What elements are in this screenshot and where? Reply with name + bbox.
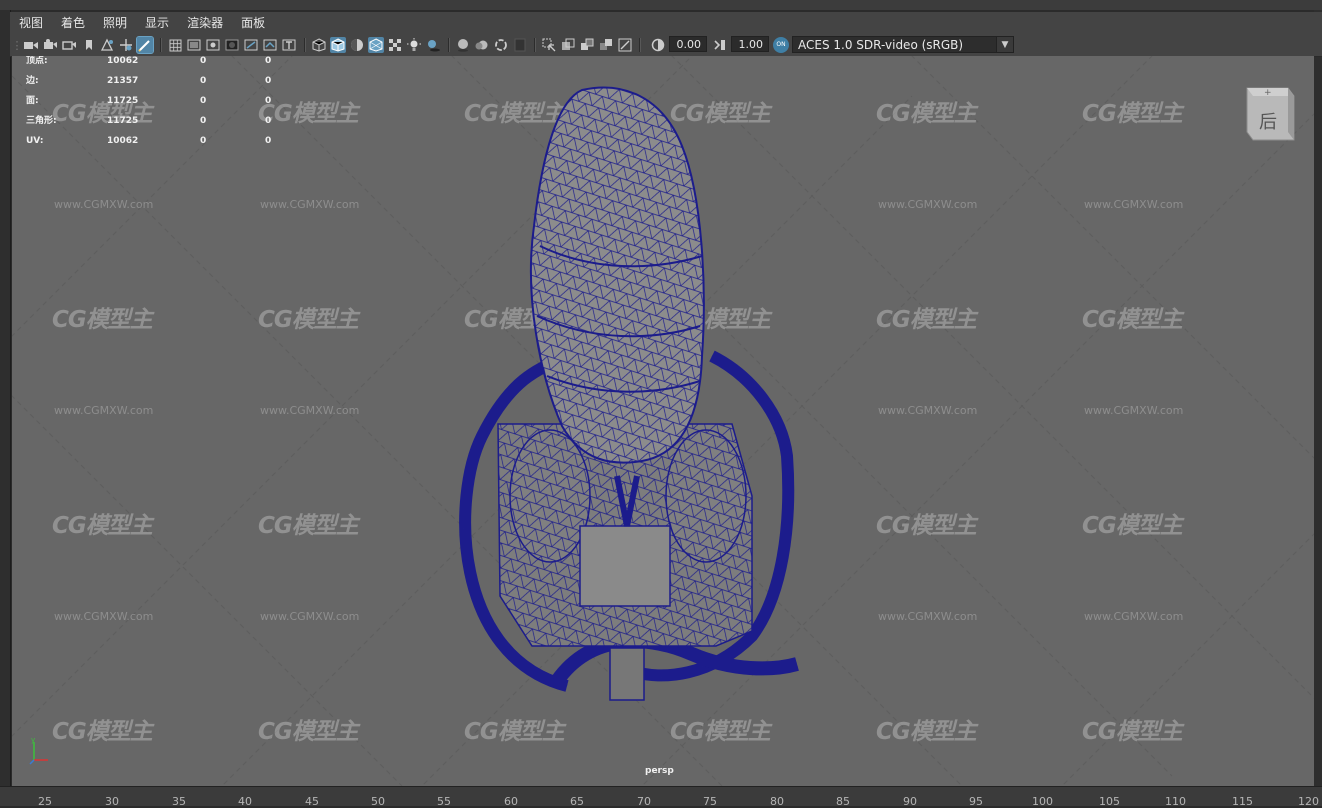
ruler-label: 120 bbox=[1298, 795, 1319, 808]
backface-culling-icon[interactable] bbox=[617, 37, 633, 53]
2d-pan-zoom-icon[interactable] bbox=[118, 37, 134, 53]
exposure-icon[interactable] bbox=[650, 37, 666, 53]
ruler-label: 60 bbox=[504, 795, 518, 808]
ruler-label: 70 bbox=[637, 795, 651, 808]
motion-blur-icon[interactable] bbox=[474, 37, 490, 53]
window-right-edge bbox=[1314, 10, 1322, 786]
ruler-label: 105 bbox=[1099, 795, 1120, 808]
depth-of-field-icon[interactable] bbox=[512, 37, 528, 53]
field-chart-icon[interactable] bbox=[243, 37, 259, 53]
ruler-label: 115 bbox=[1232, 795, 1253, 808]
safe-action-icon[interactable] bbox=[262, 37, 278, 53]
ruler-label: 45 bbox=[305, 795, 319, 808]
use-all-lights-icon[interactable] bbox=[406, 37, 422, 53]
viewcube-face-label: 后 bbox=[1259, 112, 1277, 133]
xray-joints-icon[interactable] bbox=[598, 37, 614, 53]
toolbar-separator bbox=[304, 38, 306, 52]
grid-icon[interactable] bbox=[167, 37, 183, 53]
film-gate-icon[interactable] bbox=[186, 37, 202, 53]
ruler-label: 50 bbox=[371, 795, 385, 808]
ruler-label: 55 bbox=[437, 795, 451, 808]
gate-mask-icon[interactable] bbox=[224, 37, 240, 53]
bookmark-camera-icon[interactable] bbox=[61, 37, 77, 53]
ruler-label: 90 bbox=[903, 795, 917, 808]
menu-view[interactable]: 视图 bbox=[10, 12, 52, 34]
default-material-icon[interactable] bbox=[349, 37, 365, 53]
wireframe-on-shaded-icon[interactable] bbox=[368, 37, 384, 53]
menu-show[interactable]: 显示 bbox=[136, 12, 178, 34]
axis-indicator-icon: y bbox=[29, 738, 48, 765]
ruler-label: 100 bbox=[1032, 795, 1053, 808]
ruler-label: 25 bbox=[38, 795, 52, 808]
toolbar-separator bbox=[639, 38, 641, 52]
grease-pencil-icon[interactable] bbox=[136, 36, 154, 54]
panel-toolbar: ⋮ 0.00 1.00 ON ACES 1.0 SDR-video (sRGB)… bbox=[10, 34, 1322, 57]
window-top-edge bbox=[0, 0, 1322, 10]
color-management-icon[interactable]: ON bbox=[773, 37, 789, 53]
xray-icon[interactable] bbox=[560, 37, 576, 53]
select-camera-icon[interactable] bbox=[23, 37, 39, 53]
ruler-label: 75 bbox=[703, 795, 717, 808]
time-slider-ruler[interactable]: 25 30 35 40 45 50 55 60 65 70 75 80 85 9… bbox=[0, 786, 1322, 808]
svg-text:y: y bbox=[31, 738, 35, 744]
ruler-label: 95 bbox=[969, 795, 983, 808]
smooth-shade-icon[interactable] bbox=[330, 37, 346, 53]
window-left-edge bbox=[0, 10, 11, 786]
toolbar-separator bbox=[534, 38, 536, 52]
shadows-icon[interactable] bbox=[425, 37, 441, 53]
wireframe-shading-icon[interactable] bbox=[311, 37, 327, 53]
isolate-select-icon[interactable] bbox=[541, 37, 557, 53]
ruler-label: 110 bbox=[1165, 795, 1186, 808]
multisample-aa-icon[interactable] bbox=[493, 37, 509, 53]
menu-renderer[interactable]: 渲染器 bbox=[178, 12, 232, 34]
menu-shading[interactable]: 着色 bbox=[52, 12, 94, 34]
ruler-label: 40 bbox=[238, 795, 252, 808]
toolbar-grip-icon[interactable]: ⋮ bbox=[12, 37, 23, 53]
gamma-field[interactable]: 1.00 bbox=[731, 36, 769, 52]
xray-active-components-icon[interactable] bbox=[579, 37, 595, 53]
camera-attributes-icon[interactable] bbox=[42, 37, 58, 53]
ruler-label: 80 bbox=[770, 795, 784, 808]
ruler-label: 35 bbox=[172, 795, 186, 808]
ruler-label: 30 bbox=[105, 795, 119, 808]
exposure-field[interactable]: 0.00 bbox=[669, 36, 707, 52]
gamma-icon[interactable] bbox=[712, 37, 728, 53]
toolbar-separator bbox=[160, 38, 162, 52]
viewcube[interactable]: + 后 bbox=[1242, 82, 1296, 142]
menu-panels[interactable]: 面板 bbox=[232, 12, 274, 34]
menu-lighting[interactable]: 照明 bbox=[94, 12, 136, 34]
view-transform-field[interactable]: ACES 1.0 SDR-video (sRGB) bbox=[792, 36, 998, 53]
wireframe-model[interactable] bbox=[12, 56, 1314, 786]
ruler-label: 85 bbox=[836, 795, 850, 808]
panel-menu-bar: 视图 着色 照明 显示 渲染器 面板 bbox=[10, 12, 1322, 34]
ruler-label: 65 bbox=[570, 795, 584, 808]
resolution-gate-icon[interactable] bbox=[205, 37, 221, 53]
safe-title-icon[interactable] bbox=[281, 37, 297, 53]
chevron-down-icon[interactable]: ▼ bbox=[996, 36, 1014, 53]
toolbar-separator bbox=[448, 38, 450, 52]
screen-space-ao-icon[interactable] bbox=[455, 37, 471, 53]
textured-icon[interactable] bbox=[387, 37, 403, 53]
perspective-viewport[interactable]: CG模型主 CG模型主 CG模型主 CG模型主 CG模型主 CG模型主 CG模型… bbox=[12, 56, 1314, 786]
bookmark-icon[interactable] bbox=[81, 37, 97, 53]
svg-text:+: + bbox=[1264, 88, 1272, 98]
image-plane-icon[interactable] bbox=[99, 37, 115, 53]
camera-name-label: persp bbox=[645, 766, 674, 776]
